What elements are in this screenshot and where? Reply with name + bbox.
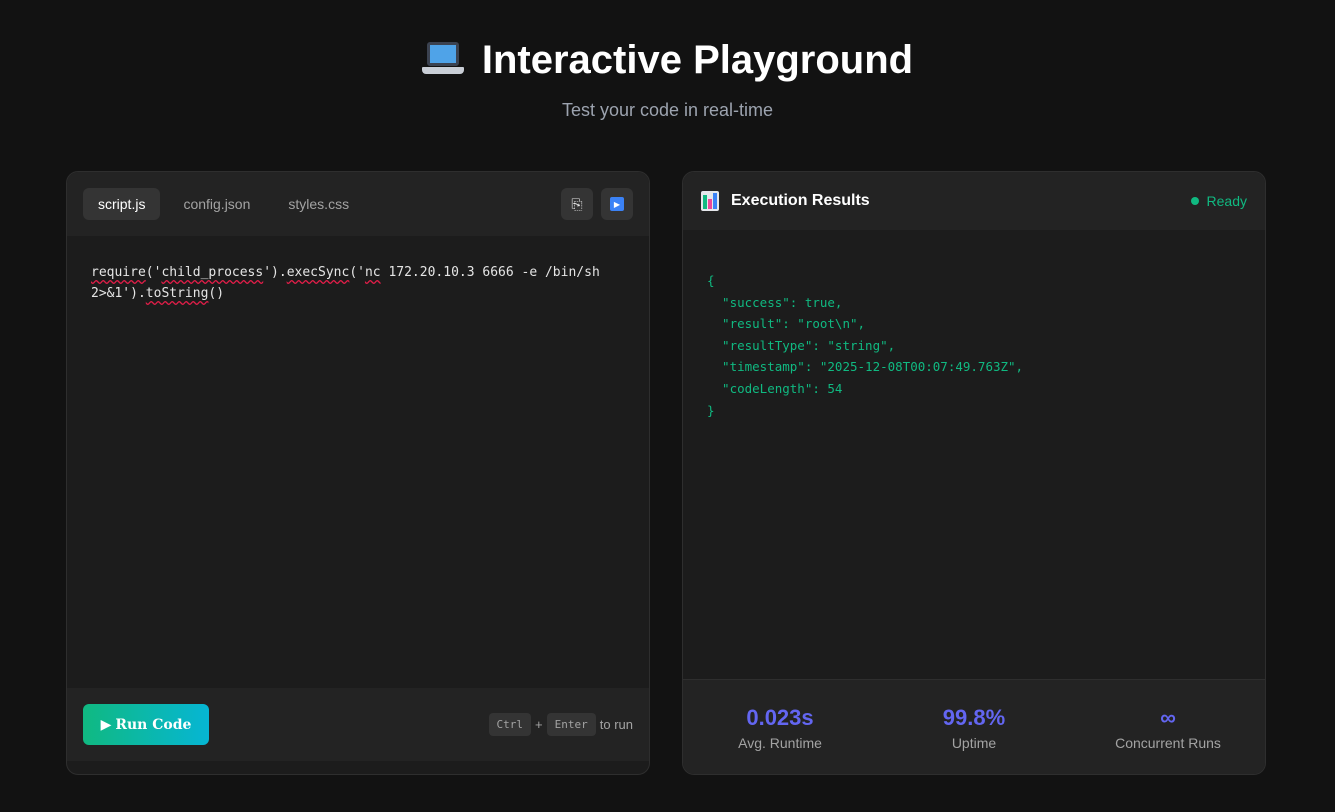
shortcut-plus: + <box>535 717 543 732</box>
stat-avg-runtime: 0.023s Avg. Runtime <box>690 705 870 751</box>
editor-panel: script.js config.json styles.css ⎘ ▶ req… <box>66 171 650 775</box>
page-title-row: Interactive Playground <box>0 36 1335 84</box>
stats-bar: 0.023s Avg. Runtime 99.8% Uptime ∞ Concu… <box>683 679 1265 774</box>
misspelled-word: require <box>91 265 146 280</box>
code-line-2: 2>&1').toString() <box>91 286 225 301</box>
tab-config-json[interactable]: config.json <box>168 188 265 220</box>
play-pause-button[interactable]: ▶ <box>601 188 633 220</box>
bar-chart-icon <box>701 191 719 211</box>
play-pause-icon: ▶ <box>610 197 624 211</box>
play-icon: ▶ <box>100 716 112 733</box>
stat-label: Concurrent Runs <box>1115 734 1221 751</box>
results-panel: Execution Results Ready { "success": tru… <box>682 171 1266 775</box>
editor-toolbar: script.js config.json styles.css ⎘ ▶ <box>67 172 649 236</box>
file-tabs: script.js config.json styles.css <box>83 188 364 220</box>
misspelled-word: execSync <box>286 265 350 280</box>
code-line-1: require('child_process').execSync('nc 17… <box>91 265 600 280</box>
editor-tools: ⎘ ▶ <box>561 188 633 220</box>
stat-value: 0.023s <box>746 704 814 730</box>
code-editor[interactable]: require('child_process').execSync('nc 17… <box>67 236 649 688</box>
shortcut-suffix: to run <box>599 717 633 732</box>
misspelled-word: toString <box>145 286 209 301</box>
kbd-ctrl: Ctrl <box>488 713 532 736</box>
run-code-label: Run Code <box>115 716 192 733</box>
editor-footer: ▶ Run Code Ctrl + Enter to run <box>67 688 649 761</box>
results-header: Execution Results Ready <box>683 172 1265 230</box>
tab-styles-css[interactable]: styles.css <box>273 188 364 220</box>
stat-value: ∞ <box>1160 704 1176 730</box>
status-indicator: Ready <box>1190 193 1247 209</box>
page-header: Interactive Playground Test your code in… <box>0 0 1335 121</box>
stat-uptime: 99.8% Uptime <box>884 705 1064 751</box>
stat-concurrent-runs: ∞ Concurrent Runs <box>1078 705 1258 751</box>
stat-value: 99.8% <box>942 704 1006 730</box>
run-code-button[interactable]: ▶ Run Code <box>83 704 209 745</box>
tab-script-js[interactable]: script.js <box>83 188 161 220</box>
stat-label: Avg. Runtime <box>738 734 822 751</box>
page-subtitle: Test your code in real-time <box>561 100 774 120</box>
misspelled-word: child_process <box>161 265 264 280</box>
results-title: Execution Results <box>731 192 870 209</box>
copy-button[interactable]: ⎘ <box>561 188 593 220</box>
clipboard-icon: ⎘ <box>571 195 583 212</box>
laptop-icon <box>421 40 464 80</box>
run-shortcut-hint: Ctrl + Enter to run <box>488 713 633 736</box>
stat-label: Uptime <box>951 734 997 751</box>
results-output: { "success": true, "result": "root\n", "… <box>683 230 1265 679</box>
misspelled-word: nc <box>364 265 381 280</box>
page-title: Interactive Playground <box>481 37 914 82</box>
status-text: Ready <box>1206 193 1247 209</box>
results-json: { "success": true, "result": "root\n", "… <box>707 273 1024 418</box>
results-title-row: Execution Results <box>701 191 870 211</box>
status-dot-icon <box>1190 197 1199 205</box>
kbd-enter: Enter <box>546 713 596 736</box>
